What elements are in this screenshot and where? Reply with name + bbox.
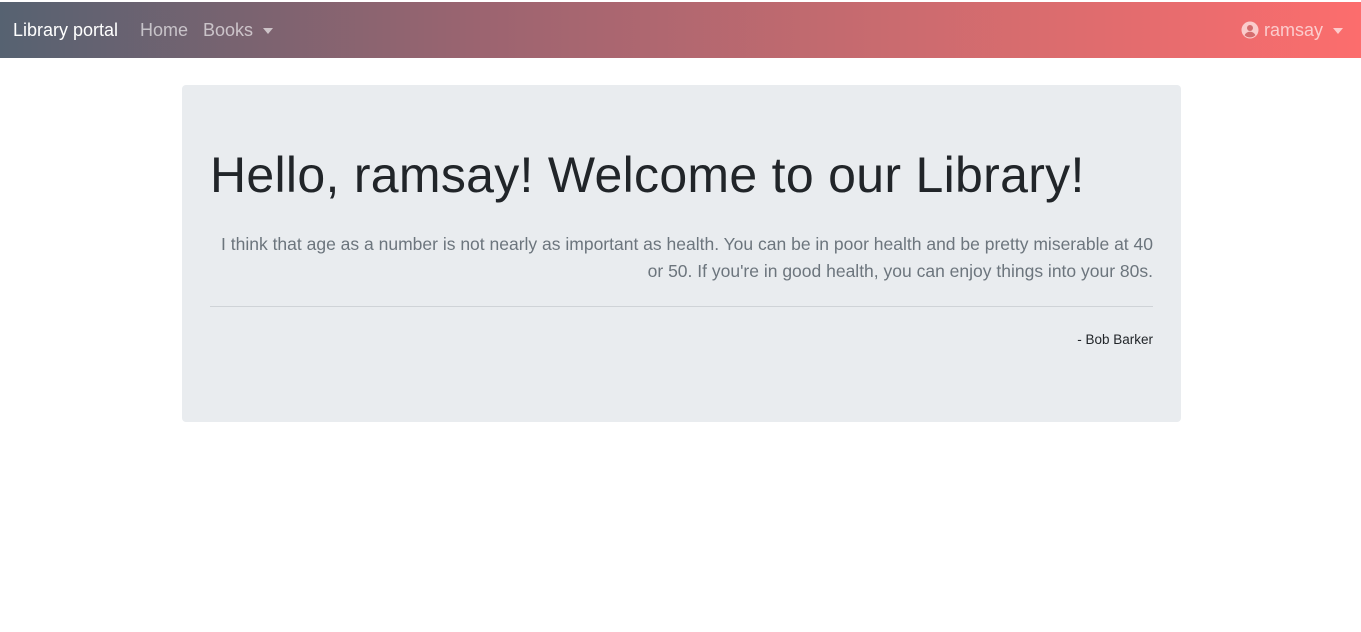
nav-books-dropdown[interactable]: Books	[203, 19, 274, 41]
chevron-down-icon	[263, 28, 274, 34]
user-circle-icon	[1241, 21, 1259, 39]
welcome-heading: Hello, ramsay! Welcome to our Library!	[210, 147, 1085, 203]
welcome-jumbotron: Hello, ramsay! Welcome to our Library! I…	[182, 85, 1181, 422]
chevron-down-icon	[1333, 28, 1343, 34]
divider	[210, 306, 1153, 307]
nav-home-link[interactable]: Home	[140, 19, 188, 41]
top-navbar: Library portal Home Books ramsay	[0, 2, 1361, 58]
brand-link[interactable]: Library portal	[13, 19, 118, 41]
user-menu-dropdown[interactable]: ramsay	[1241, 19, 1343, 41]
user-name: ramsay	[1263, 20, 1323, 40]
quote-text: I think that age as a number is not near…	[221, 234, 1153, 281]
quote-author: - Bob Barker	[1077, 332, 1153, 347]
nav-books-label: Books	[203, 20, 254, 40]
